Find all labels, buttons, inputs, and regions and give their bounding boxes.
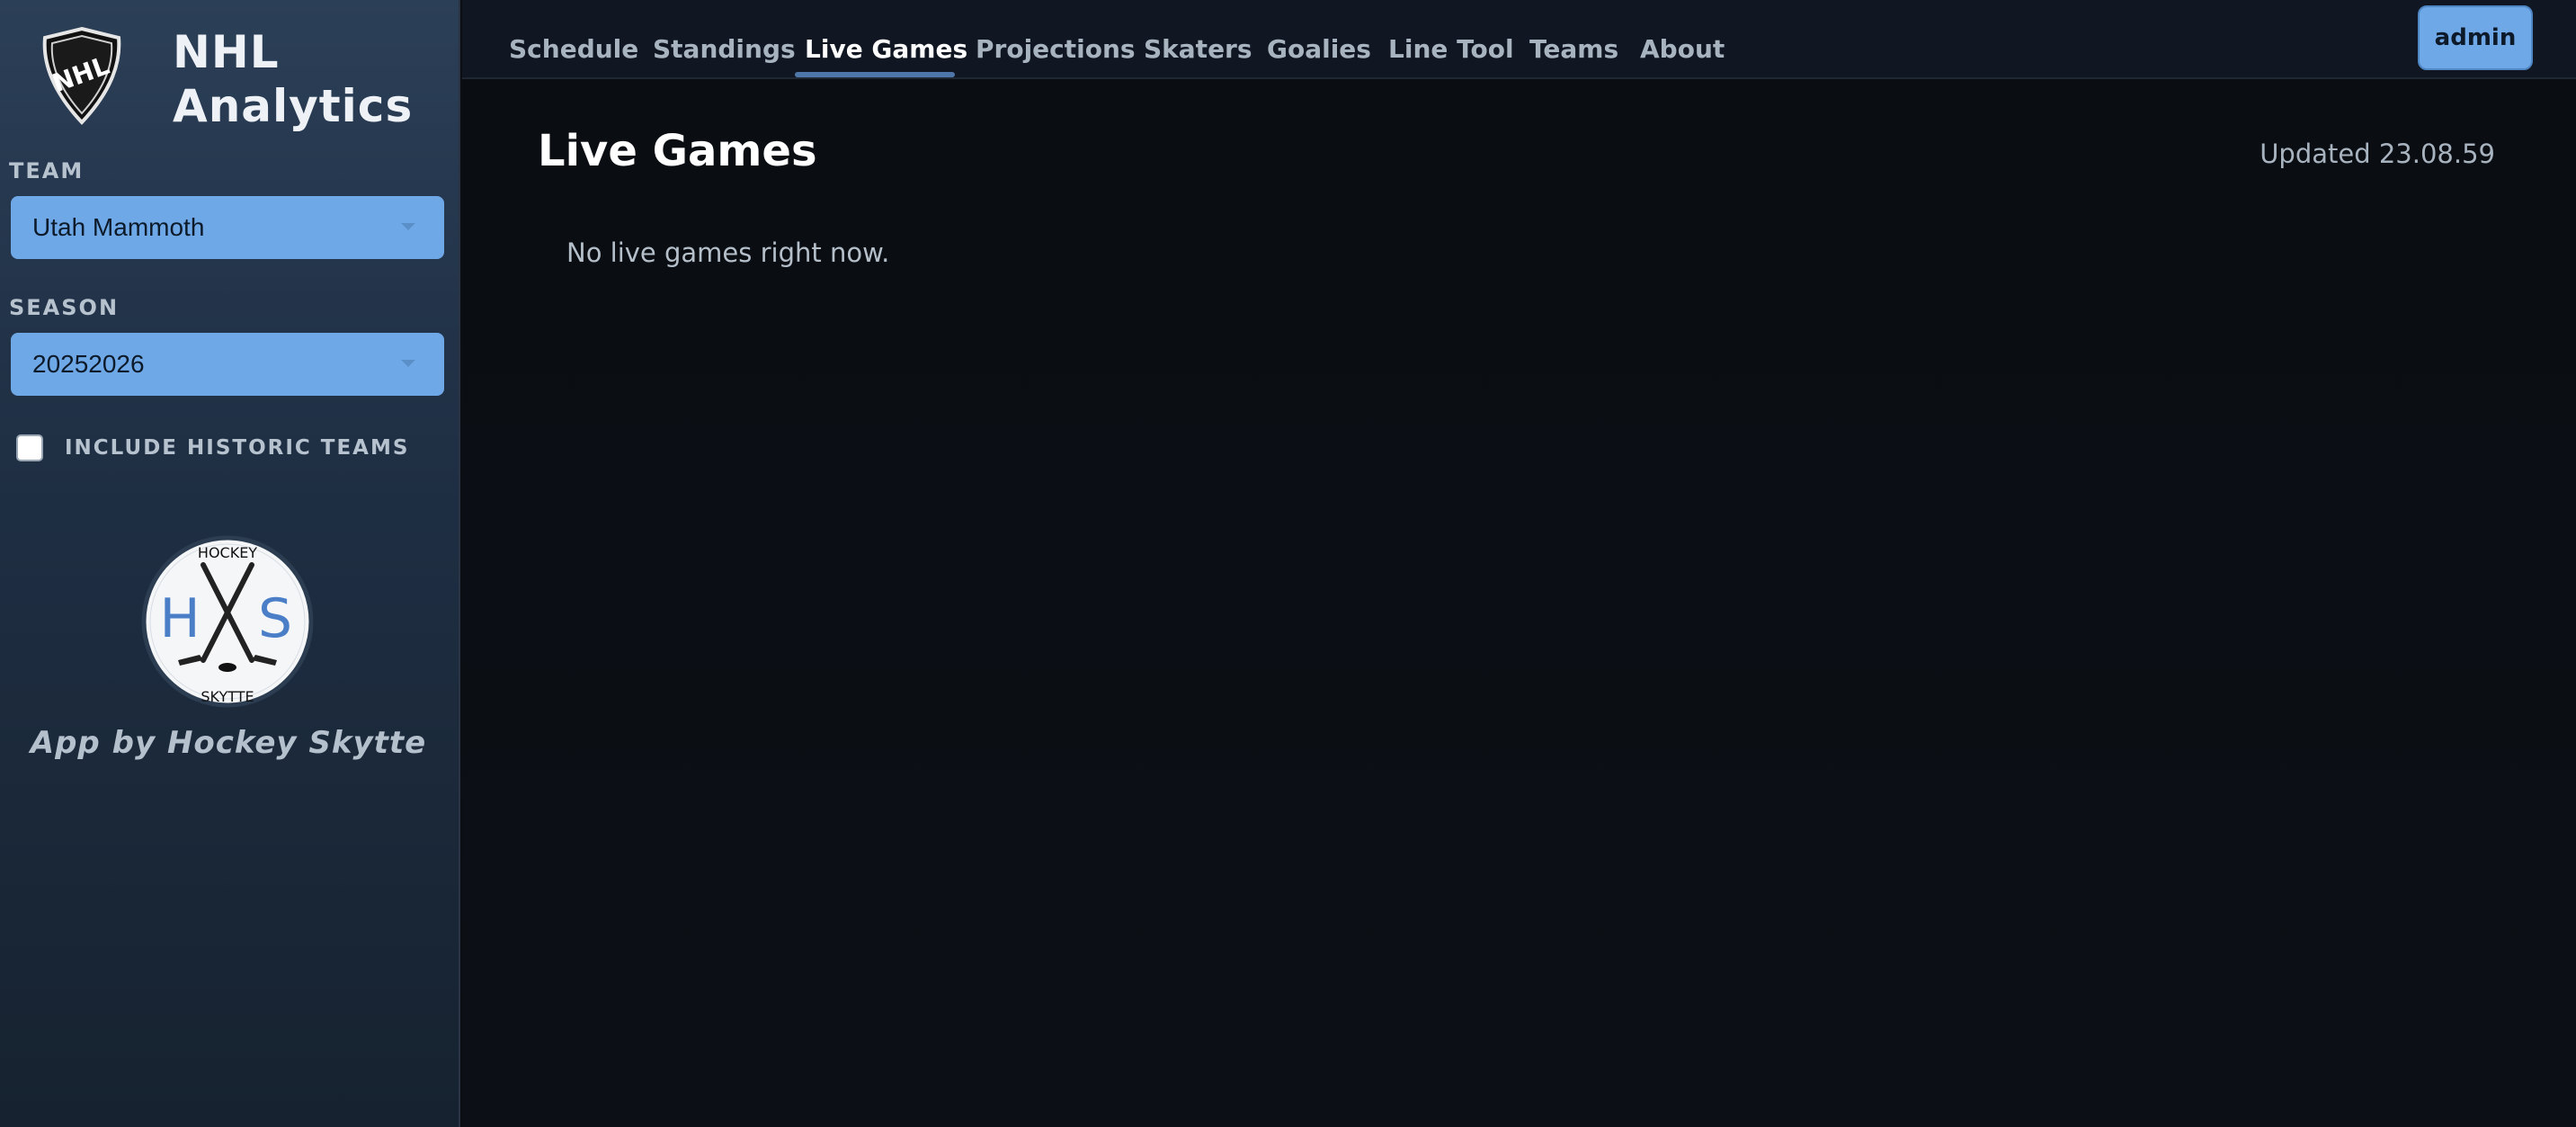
app-title: NHL Analytics (173, 26, 414, 132)
brand: NHL NHL Analytics (34, 25, 412, 132)
tab-goalies[interactable]: Goalies (1267, 34, 1371, 64)
tab-teams[interactable]: Teams (1529, 34, 1618, 64)
historic-teams-toggle: INCLUDE HISTORIC TEAMS (16, 434, 409, 461)
sidebar: NHL NHL Analytics TEAM Utah Mammoth SEAS… (0, 0, 460, 1127)
tab-standings[interactable]: Standings (653, 34, 796, 64)
chevron-down-icon (401, 223, 415, 230)
hs-logo-letter-s: S (258, 587, 292, 650)
season-label: SEASON (9, 295, 120, 320)
page-title: Live Games (538, 126, 817, 176)
chevron-down-icon (401, 360, 415, 367)
season-select-value: 20252026 (32, 350, 145, 378)
tab-skaters[interactable]: Skaters (1144, 34, 1252, 64)
team-select-value: Utah Mammoth (32, 213, 205, 241)
hs-logo-top-text: HOCKEY (198, 544, 257, 561)
season-select[interactable]: 20252026 (11, 333, 444, 396)
app-root: NHL NHL Analytics TEAM Utah Mammoth SEAS… (0, 0, 2576, 1127)
team-select[interactable]: Utah Mammoth (11, 196, 444, 259)
historic-teams-label: INCLUDE HISTORIC TEAMS (65, 436, 410, 460)
hs-logo-bottom-text: SKYTTE (201, 688, 254, 705)
tab-about[interactable]: About (1640, 34, 1725, 64)
main-content: Live Games Updated 23.08.59 No live game… (462, 79, 2576, 1127)
top-nav: Schedule Standings Live Games Projection… (462, 0, 2576, 79)
empty-state-message: No live games right now. (566, 237, 890, 268)
tab-schedule[interactable]: Schedule (509, 34, 638, 64)
team-label: TEAM (9, 158, 85, 183)
hs-logo-letter-h: H (159, 587, 200, 650)
nhl-shield-logo-icon: NHL (42, 26, 121, 125)
hockey-skytte-logo: HOCKEY SKYTTE H S (141, 535, 314, 708)
app-byline: App by Hockey Skytte (30, 725, 427, 761)
tab-projections[interactable]: Projections (976, 34, 1136, 64)
admin-button[interactable]: admin (2418, 5, 2533, 70)
updated-timestamp: Updated 23.08.59 (2260, 139, 2495, 169)
tab-live-games[interactable]: Live Games (805, 34, 967, 64)
active-tab-indicator (795, 72, 955, 77)
tab-line-tool[interactable]: Line Tool (1388, 34, 1514, 64)
historic-teams-checkbox[interactable] (16, 434, 43, 461)
